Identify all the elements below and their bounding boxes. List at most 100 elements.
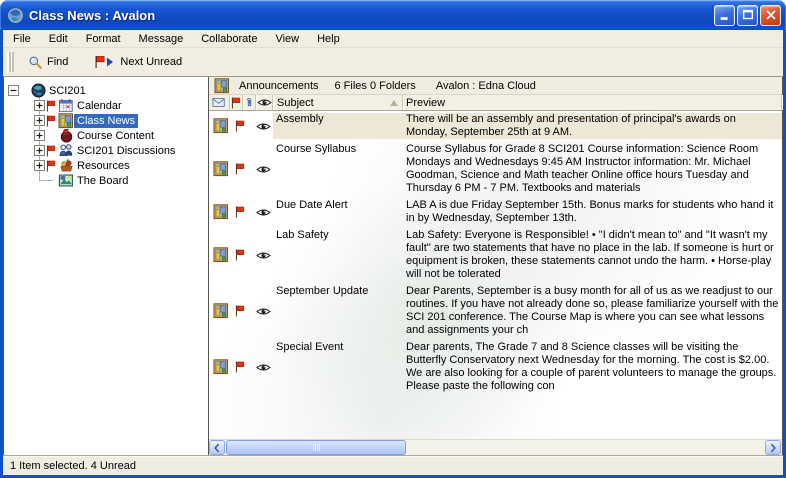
bulletin-board-icon — [213, 161, 229, 177]
attachment-column-header[interactable] — [243, 95, 256, 110]
menu-item-format[interactable]: Format — [77, 30, 130, 47]
menubar: FileEditFormatMessageCollaborateViewHelp — [3, 30, 783, 48]
expand-box-icon[interactable] — [34, 130, 45, 141]
message-preview: Dear Parents, September is a busy month … — [403, 285, 782, 337]
attachment-icon — [244, 96, 254, 110]
message-row[interactable]: Special EventDear parents, The Grade 7 a… — [209, 339, 782, 395]
resources-icon — [58, 158, 74, 173]
message-row[interactable]: AssemblyThere will be an assembly and pr… — [209, 111, 782, 141]
expand-box-icon[interactable] — [34, 145, 45, 156]
flag-icon — [46, 100, 57, 112]
flag-icon — [235, 206, 246, 218]
account-name: Avalon : Edna Cloud — [436, 80, 536, 92]
preview-column-header[interactable]: Preview — [403, 95, 782, 110]
message-row[interactable]: September UpdateDear Parents, September … — [209, 283, 782, 339]
tree-item-class-news[interactable]: Class News — [4, 113, 208, 128]
tree-item-label: Class News — [74, 114, 138, 128]
scroll-left-button[interactable] — [209, 440, 225, 455]
tree-flag-slot — [46, 145, 57, 157]
subject-column-header[interactable]: Subject — [273, 95, 403, 110]
message-icon-cell — [209, 285, 233, 337]
message-eye-cell — [253, 285, 273, 337]
tree-item-resources[interactable]: Resources — [4, 158, 208, 173]
find-label: Find — [47, 56, 68, 68]
tree-item-course-content[interactable]: Course Content — [4, 128, 208, 143]
eye-icon — [256, 164, 271, 175]
tree-item-the-board[interactable]: The Board — [4, 173, 208, 188]
expand-box-icon[interactable] — [34, 160, 45, 171]
tree-item-sci201[interactable]: SCI201 — [4, 83, 208, 98]
message-preview: Lab Safety: Everyone is Responsible! • "… — [403, 229, 782, 281]
tree-flag-slot — [46, 115, 57, 127]
bulletin-board-icon — [58, 113, 74, 128]
next-unread-button[interactable]: Next Unread — [88, 53, 188, 71]
message-list: AssemblyThere will be an assembly and pr… — [209, 111, 782, 439]
scroll-right-button[interactable] — [765, 440, 781, 455]
horizontal-scrollbar[interactable] — [209, 439, 782, 455]
message-icon-cell — [209, 199, 233, 225]
maximize-button[interactable] — [737, 5, 758, 26]
menu-item-edit[interactable]: Edit — [40, 30, 77, 47]
flag-column-header[interactable] — [230, 95, 243, 110]
message-flag-cell — [233, 113, 253, 139]
titlebar[interactable]: Class News : Avalon — [0, 0, 786, 30]
menu-item-collaborate[interactable]: Collaborate — [192, 30, 266, 47]
flag-icon — [46, 115, 57, 127]
minimize-button[interactable] — [714, 5, 735, 26]
flag-icon — [231, 97, 242, 109]
flag-icon — [235, 361, 246, 373]
toolbar-grip-handle[interactable] — [7, 52, 14, 72]
tree-item-calendar[interactable]: Calendar — [4, 98, 208, 113]
message-icon-cell — [209, 229, 233, 281]
message-preview: Dear parents, The Grade 7 and 8 Science … — [403, 341, 782, 393]
envelope-column-header[interactable] — [209, 95, 230, 110]
next-unread-label: Next Unread — [120, 56, 182, 68]
eye-icon — [256, 207, 271, 218]
expand-box-icon[interactable] — [34, 115, 45, 126]
message-row[interactable]: Lab SafetyLab Safety: Everyone is Respon… — [209, 227, 782, 283]
message-flag-cell — [233, 199, 253, 225]
message-flag-cell — [233, 229, 253, 281]
tree-item-sci201-discussions[interactable]: SCI201 Discussions — [4, 143, 208, 158]
message-preview: There will be an assembly and presentati… — [403, 113, 782, 139]
tree-flag-slot — [46, 100, 57, 112]
menu-item-view[interactable]: View — [266, 30, 308, 47]
bulletin-board-icon — [213, 118, 229, 134]
list-info-bar: Announcements 6 Files 0 Folders Avalon :… — [209, 77, 782, 95]
message-subject: Lab Safety — [273, 229, 403, 281]
message-eye-cell — [253, 341, 273, 393]
menu-item-file[interactable]: File — [4, 30, 40, 47]
message-row[interactable]: Due Date AlertLAB A is due Friday Septem… — [209, 197, 782, 227]
status-bar: 1 Item selected. 4 Unread — [3, 455, 783, 475]
bulletin-board-icon — [214, 78, 230, 93]
message-row[interactable]: Course SyllabusCourse Syllabus for Grade… — [209, 141, 782, 197]
message-preview: Course Syllabus for Grade 8 SCI201 Cours… — [403, 143, 782, 195]
flag-icon — [235, 120, 246, 132]
message-subject: September Update — [273, 285, 403, 337]
message-preview: LAB A is due Friday September 15th. Bonu… — [403, 199, 782, 225]
window-title: Class News : Avalon — [29, 8, 712, 23]
find-button[interactable]: Find — [22, 53, 74, 72]
tree-item-label: Resources — [74, 159, 133, 173]
folder-name: Announcements — [239, 80, 319, 92]
message-eye-cell — [253, 229, 273, 281]
collapse-box-icon[interactable] — [8, 85, 19, 96]
window-body: FileEditFormatMessageCollaborateViewHelp… — [3, 30, 783, 475]
close-button[interactable] — [760, 5, 781, 26]
scrollbar-thumb[interactable] — [226, 440, 406, 455]
eye-icon — [256, 121, 271, 132]
expand-box-icon[interactable] — [34, 100, 45, 111]
menu-item-message[interactable]: Message — [130, 30, 193, 47]
client-area: SCI201CalendarClass NewsCourse ContentSC… — [3, 77, 783, 455]
flag-icon — [235, 249, 246, 261]
picture-board-icon — [58, 173, 74, 188]
toolbar: Find Next Unread — [3, 48, 783, 77]
menu-item-help[interactable]: Help — [308, 30, 349, 47]
app-window: Class News : Avalon FileEditFormatMessag… — [0, 0, 786, 478]
message-eye-cell — [253, 143, 273, 195]
preview-column-label: Preview — [406, 97, 445, 109]
subject-column-label: Subject — [277, 97, 314, 109]
eye-column-header[interactable] — [256, 95, 273, 110]
message-list-panel: Announcements 6 Files 0 Folders Avalon :… — [209, 77, 782, 455]
globe-icon — [30, 83, 46, 98]
